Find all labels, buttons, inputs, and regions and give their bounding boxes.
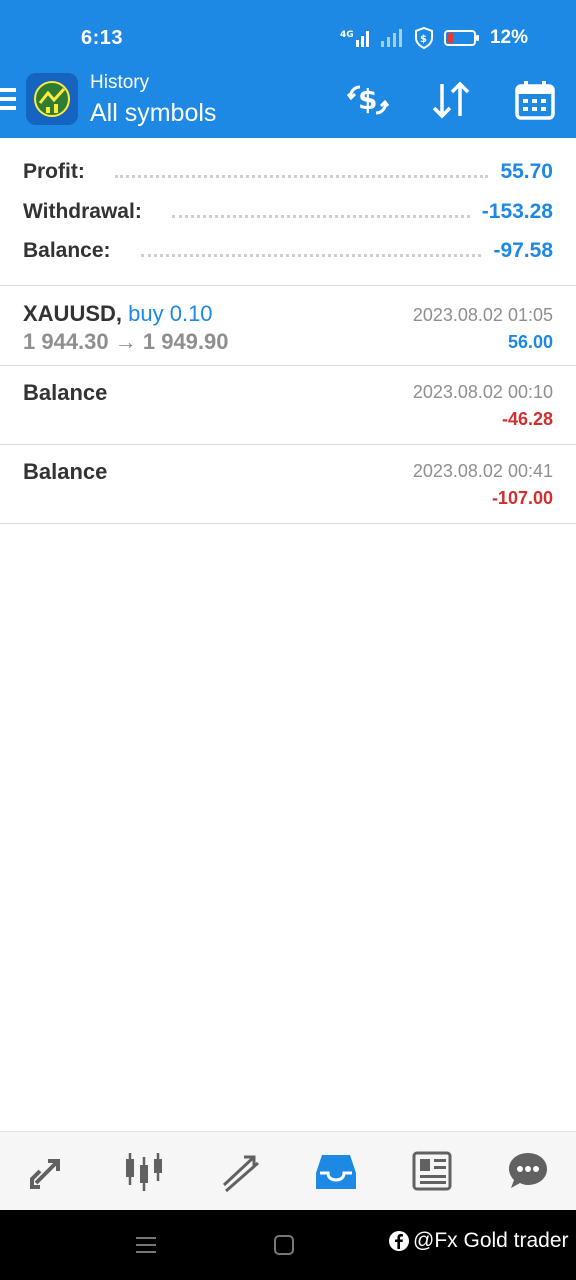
divider-dots: [114, 174, 489, 178]
profit-value: 55.70: [500, 160, 553, 183]
bottom-navigation: [0, 1131, 576, 1210]
withdrawal-value: -153.28: [481, 200, 553, 223]
balance-date: 2023.08.02 00:10: [412, 382, 553, 402]
news-icon: [412, 1151, 452, 1191]
price-range: 1 944.30 → 1 949.90: [23, 329, 229, 354]
watermark: @Fx Gold trader: [388, 1229, 569, 1253]
svg-text:$: $: [358, 83, 377, 116]
balance-entry-label: Balance: [23, 459, 108, 484]
svg-text:$: $: [420, 34, 427, 45]
nav-history[interactable]: [288, 1132, 384, 1210]
app-subtitle: History: [90, 72, 150, 93]
trade-profit: 56.00: [507, 332, 553, 352]
menu-icon[interactable]: [0, 86, 18, 112]
balance-label: Balance:: [23, 239, 111, 262]
signal-4g-icon: 4G: [340, 30, 369, 47]
svg-text:4G: 4G: [340, 30, 354, 40]
nav-news[interactable]: [384, 1132, 480, 1210]
facebook-icon: [389, 1231, 409, 1251]
app-bar: History All symbols $: [0, 62, 576, 138]
withdrawal-label: Withdrawal:: [23, 200, 142, 223]
symbol-label: XAUUSD,: [23, 301, 123, 326]
battery-icon: [443, 30, 479, 46]
signal-icon: [380, 29, 402, 47]
divider-dots: [140, 253, 482, 257]
trade-date: 2023.08.02 01:05: [412, 305, 553, 325]
divider-dots: [171, 214, 470, 218]
profit-label: Profit:: [23, 160, 85, 183]
status-icons: 4G $ 12%: [340, 26, 528, 50]
app-logo-icon: [26, 73, 78, 125]
nav-chat[interactable]: [480, 1132, 576, 1210]
status-time: 6:13: [81, 27, 124, 49]
history-row-balance[interactable]: Balance 2023.08.02 00:10 -46.28: [0, 366, 576, 445]
summary-balance-row: Balance: -97.58: [23, 235, 553, 267]
trade-info: XAUUSD, buy 0.10 1 944.30 → 1 949.90: [23, 301, 229, 355]
system-nav-bar: @Fx Gold trader: [0, 1210, 576, 1280]
trade-type-label: buy 0.10: [128, 301, 213, 326]
status-bar: 6:13 4G $ 12%: [0, 0, 576, 70]
chat-icon: [509, 1153, 547, 1188]
watermark-text: @Fx Gold trader: [413, 1229, 569, 1252]
balance-amount: -107.00: [491, 488, 553, 508]
chart-icon: [126, 1153, 162, 1191]
page-title[interactable]: All symbols: [90, 99, 216, 128]
currency-exchange-icon[interactable]: $: [346, 78, 390, 122]
summary-profit-row: Profit: 55.70: [23, 156, 553, 188]
summary-panel: Profit: 55.70 Withdrawal: -153.28 Balanc…: [0, 138, 576, 286]
shield-icon: $: [414, 27, 433, 49]
balance-entry-label: Balance: [23, 380, 108, 405]
recent-apps-icon[interactable]: [136, 1235, 156, 1255]
quotes-icon: [30, 1159, 60, 1189]
calendar-icon[interactable]: [513, 78, 557, 122]
trade-icon: [222, 1155, 259, 1193]
battery-percentage: 12%: [489, 27, 528, 48]
home-icon[interactable]: [274, 1235, 294, 1255]
balance-date: 2023.08.02 00:41: [412, 461, 553, 481]
summary-withdrawal-row: Withdrawal: -153.28: [23, 196, 553, 228]
nav-chart[interactable]: [96, 1132, 192, 1210]
history-row-trade[interactable]: XAUUSD, buy 0.10 1 944.30 → 1 949.90 202…: [0, 287, 576, 366]
history-icon: [316, 1155, 356, 1189]
balance-value: -97.58: [493, 239, 553, 262]
nav-quotes[interactable]: [0, 1132, 96, 1210]
sort-icon[interactable]: [429, 78, 473, 122]
balance-amount: -46.28: [501, 409, 553, 429]
nav-trade[interactable]: [192, 1132, 288, 1210]
history-row-balance[interactable]: Balance 2023.08.02 00:41 -107.00: [0, 445, 576, 524]
top-bar: 6:13 4G $ 12% History All symbols $: [0, 0, 576, 138]
